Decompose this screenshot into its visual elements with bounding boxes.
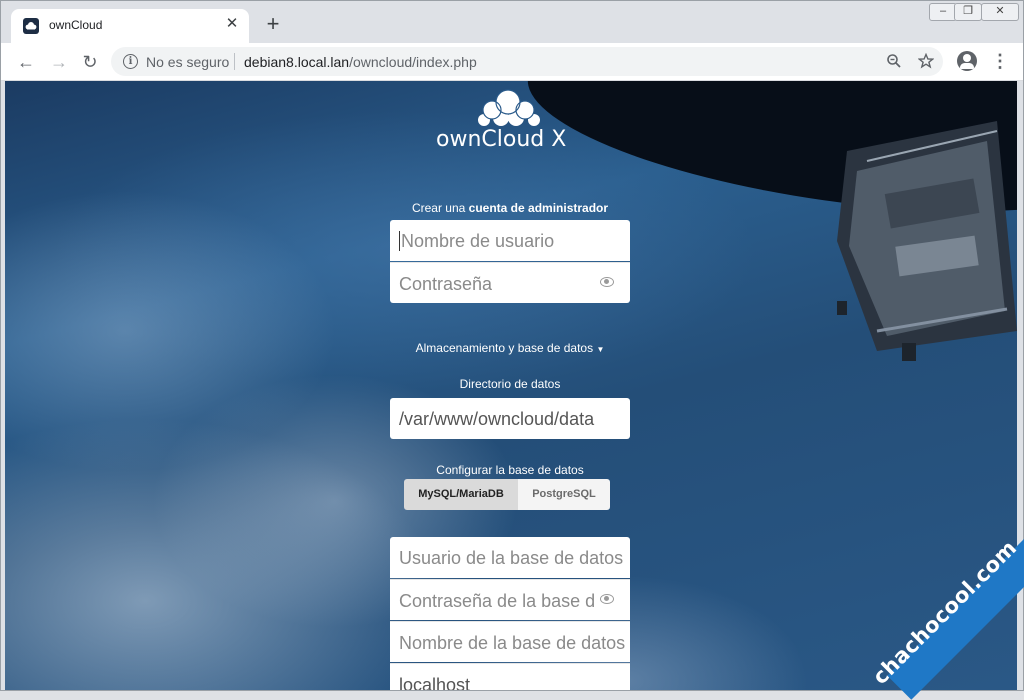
username-placeholder: Nombre de usuario [401,231,555,251]
storage-database-toggle[interactable]: Almacenamiento y base de datos ▼ [390,341,630,355]
db-option-mysql[interactable]: MySQL/MariaDB [404,479,518,510]
db-option-postgresql[interactable]: PostgreSQL [518,479,610,510]
restore-button[interactable]: ❐ [954,3,982,21]
back-button[interactable]: ← [15,51,37,73]
forward-button[interactable]: → [48,51,70,73]
star-icon[interactable] [917,52,935,71]
tab-strip: ownCloud ✕ + ‒ ❐ ✕ [1,1,1023,43]
data-directory-input[interactable]: /var/www/owncloud/data [390,398,630,439]
admin-account-heading: Crear una cuenta de administrador [390,201,630,215]
show-db-password-eye-icon[interactable] [600,594,614,604]
tab-close-icon[interactable]: ✕ [223,15,241,33]
zoom-icon[interactable] [885,53,903,71]
url-text[interactable]: debian8.local.lan/owncloud/index.php [244,54,477,70]
admin-heading-bold: cuenta de administrador [468,201,609,215]
tab-owncloud[interactable]: ownCloud ✕ [11,9,249,43]
database-name-input[interactable]: Nombre de la base de datos [390,621,630,662]
reload-button[interactable]: ↻ [79,51,101,73]
owncloud-logo: ownCloud X [436,89,566,152]
close-window-button[interactable]: ✕ [981,3,1019,21]
address-bar[interactable]: i No es seguro debian8.local.lan/ownclou… [111,47,943,76]
storage-toggle-label: Almacenamiento y base de datos [415,341,594,355]
password-input[interactable]: Contraseña [390,262,630,303]
url-host: debian8.local.lan [244,54,350,70]
database-password-input[interactable]: Contraseña de la base de datos [390,579,630,620]
profile-icon[interactable] [957,51,977,71]
show-password-eye-icon[interactable] [600,277,614,287]
database-type-selector: MySQL/MariaDB PostgreSQL [404,479,610,510]
tab-title: ownCloud [49,18,103,32]
browser-toolbar: ← → ↻ i No es seguro debian8.local.lan/o… [1,43,1023,81]
password-placeholder: Contraseña [399,274,493,294]
page-content: ownCloud X Crear una cuenta de administr… [5,81,1017,690]
admin-heading-prefix: Crear una [411,201,466,215]
text-caret [399,231,400,251]
new-tab-button[interactable]: + [263,13,283,35]
username-input[interactable]: Nombre de usuario [390,220,630,261]
browser-menu-icon[interactable]: ⋮ [991,51,1009,71]
database-config-label: Configurar la base de datos [436,463,584,477]
owncloud-favicon-icon [23,18,39,34]
logo-text: ownCloud X [436,127,566,152]
browser-window: ownCloud ✕ + ‒ ❐ ✕ ← → ↻ i No es seguro … [0,0,1024,691]
database-host-input[interactable]: localhost [390,663,630,690]
data-directory-label: Directorio de datos [459,377,561,391]
db-password-placeholder: Contraseña de la base de datos [399,591,595,611]
url-separator [234,53,235,70]
satellite-image [837,121,1017,361]
minimize-button[interactable]: ‒ [929,3,957,21]
security-status[interactable]: No es seguro [146,54,229,70]
info-icon[interactable]: i [123,54,138,69]
chevron-down-icon: ▼ [596,345,605,354]
database-user-input[interactable]: Usuario de la base de datos [390,537,630,578]
url-path: /owncloud/index.php [349,54,477,70]
